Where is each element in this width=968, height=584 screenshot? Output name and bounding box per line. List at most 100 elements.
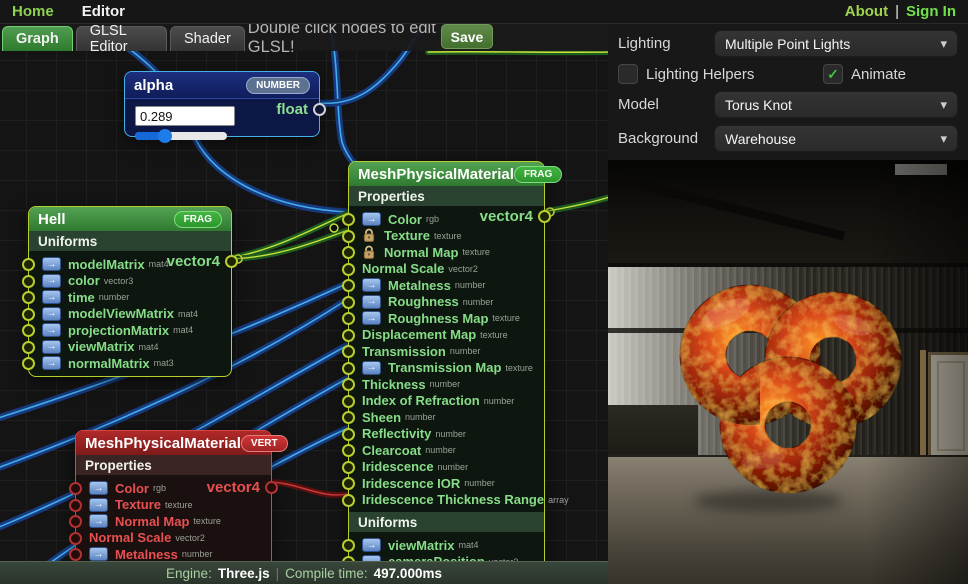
input-port[interactable]: [22, 341, 35, 354]
input-port[interactable]: [342, 378, 355, 391]
lighting-selected-value: Multiple Point Lights: [725, 36, 940, 52]
input-port[interactable]: [342, 329, 355, 342]
vignette: [608, 160, 968, 584]
node-type-badge: VERT: [241, 435, 288, 452]
alpha-slider[interactable]: [135, 132, 227, 140]
arrow-icon[interactable]: →: [42, 290, 61, 304]
input-port[interactable]: [342, 213, 355, 226]
node-row: Transmission number: [349, 343, 544, 360]
node-row: Iridescence number: [349, 459, 544, 476]
preview-3d-viewport[interactable]: [608, 160, 968, 584]
node-meshphysical-frag[interactable]: MeshPhysicalMaterial FRAG Properties → C…: [348, 161, 545, 584]
arrow-icon[interactable]: →: [362, 311, 381, 325]
input-port[interactable]: [69, 499, 82, 512]
input-port[interactable]: [22, 275, 35, 288]
node-row: → viewMatrix mat4: [29, 339, 231, 356]
node-row: → Roughness number: [349, 294, 544, 311]
input-port[interactable]: [342, 312, 355, 325]
arrow-icon[interactable]: →: [362, 538, 381, 552]
nav-home-link[interactable]: Home: [12, 3, 54, 20]
input-port[interactable]: [342, 477, 355, 490]
input-port[interactable]: [342, 296, 355, 309]
arrow-icon[interactable]: →: [89, 498, 108, 512]
tab-glsl-editor[interactable]: GLSL Editor: [76, 26, 167, 51]
lighting-select[interactable]: Multiple Point Lights ▾: [714, 30, 958, 57]
input-port[interactable]: [342, 362, 355, 375]
input-port[interactable]: [69, 515, 82, 528]
arrow-icon[interactable]: →: [89, 481, 108, 495]
input-port[interactable]: [342, 263, 355, 276]
input-port[interactable]: [342, 539, 355, 552]
node-header[interactable]: Hell FRAG: [29, 207, 231, 231]
node-row: Iridescence IOR number: [349, 475, 544, 492]
node-header[interactable]: MeshPhysicalMaterial FRAG: [349, 162, 544, 186]
arrow-icon[interactable]: →: [42, 274, 61, 288]
input-port[interactable]: [22, 308, 35, 321]
node-row: → Transmission Map texture: [349, 360, 544, 377]
node-row: → Metalness number: [349, 277, 544, 294]
output-port[interactable]: [225, 255, 238, 268]
input-port[interactable]: [342, 411, 355, 424]
input-port[interactable]: [342, 461, 355, 474]
input-port[interactable]: [342, 279, 355, 292]
tab-shader[interactable]: Shader: [170, 26, 245, 51]
section-header: Properties: [76, 455, 271, 475]
arrow-icon[interactable]: →: [42, 257, 61, 271]
input-port[interactable]: [342, 395, 355, 408]
save-button[interactable]: Save: [441, 24, 493, 49]
arrow-icon[interactable]: →: [42, 340, 61, 354]
background-select[interactable]: Warehouse ▾: [714, 125, 958, 152]
alpha-value-input[interactable]: [135, 106, 235, 126]
node-header[interactable]: alpha NUMBER: [125, 72, 319, 99]
lighting-helpers-checkbox[interactable]: [618, 64, 638, 84]
nav-about-link[interactable]: About: [845, 3, 888, 20]
node-row: → modelViewMatrix mat4: [29, 306, 231, 323]
input-port[interactable]: [69, 548, 82, 561]
node-alpha[interactable]: alpha NUMBER float: [124, 71, 320, 137]
node-row: Normal Scale vector2: [76, 530, 271, 547]
output-connector: float: [276, 101, 326, 118]
output-port[interactable]: [265, 481, 278, 494]
node-row: Clearcoat number: [349, 442, 544, 459]
input-port[interactable]: [69, 482, 82, 495]
arrow-icon[interactable]: →: [362, 361, 381, 375]
output-connector: vector4: [167, 253, 238, 270]
node-header[interactable]: MeshPhysicalMaterial VERT: [76, 431, 271, 455]
animate-checkbox[interactable]: ✓: [823, 64, 843, 84]
node-title: MeshPhysicalMaterial: [85, 435, 241, 452]
arrow-icon[interactable]: →: [362, 295, 381, 309]
arrow-icon[interactable]: →: [42, 307, 61, 321]
edge-vert-output[interactable]: [270, 482, 348, 495]
arrow-icon[interactable]: →: [89, 547, 108, 561]
input-port[interactable]: [22, 357, 35, 370]
arrow-icon[interactable]: →: [42, 356, 61, 370]
engine-label: Engine:: [166, 566, 212, 581]
input-port[interactable]: [69, 532, 82, 545]
arrow-icon[interactable]: →: [42, 323, 61, 337]
input-port[interactable]: [342, 444, 355, 457]
node-hell[interactable]: Hell FRAG Uniforms → modelMatrix mat4: [28, 206, 232, 377]
node-type-badge: FRAG: [174, 211, 222, 228]
input-port[interactable]: [342, 494, 355, 507]
input-port[interactable]: [22, 291, 35, 304]
input-port[interactable]: [22, 258, 35, 271]
model-select[interactable]: Torus Knot ▾: [714, 91, 958, 118]
arrow-icon[interactable]: →: [362, 212, 381, 226]
chevron-down-icon: ▾: [940, 131, 947, 147]
nav-signin-link[interactable]: Sign In: [906, 3, 956, 20]
output-port[interactable]: [313, 103, 326, 116]
tab-graph[interactable]: Graph: [2, 26, 73, 51]
input-port[interactable]: [342, 345, 355, 358]
arrow-icon[interactable]: →: [89, 514, 108, 528]
node-row: Thickness number: [349, 376, 544, 393]
output-port[interactable]: [538, 210, 551, 223]
input-port[interactable]: [342, 246, 355, 259]
node-row: → viewMatrix mat4: [349, 537, 544, 554]
input-port[interactable]: [22, 324, 35, 337]
input-port[interactable]: [342, 230, 355, 243]
graph-pane: alpha NUMBER float Hell FRAG Uniforms: [0, 24, 609, 584]
input-port[interactable]: [342, 428, 355, 441]
arrow-icon[interactable]: →: [362, 278, 381, 292]
nav-editor-link[interactable]: Editor: [82, 3, 125, 20]
edge-green-top[interactable]: [428, 52, 608, 53]
